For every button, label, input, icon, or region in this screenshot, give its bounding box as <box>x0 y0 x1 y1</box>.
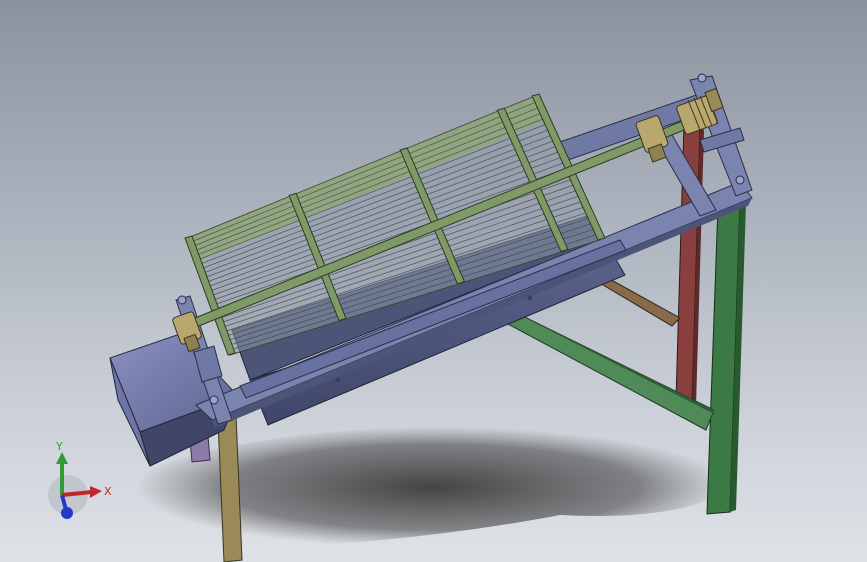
brace-brown[interactable] <box>597 276 681 327</box>
y-axis-label: Y <box>55 440 63 453</box>
trommel-screen-model[interactable] <box>0 0 867 562</box>
coordinate-triad: Y X <box>48 440 112 519</box>
x-axis-label: X <box>104 485 112 498</box>
cad-viewport[interactable]: Y X <box>0 0 867 562</box>
rear-leg-green[interactable] <box>706 199 746 515</box>
